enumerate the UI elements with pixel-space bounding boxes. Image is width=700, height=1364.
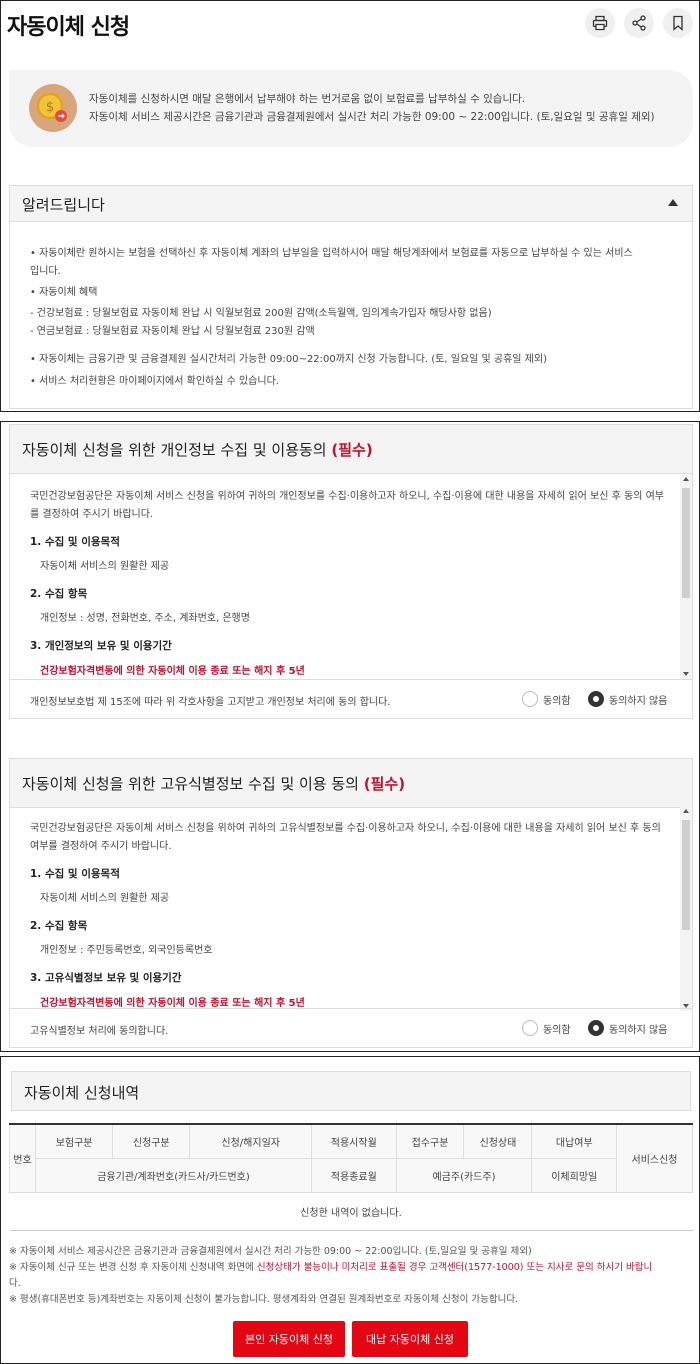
consent2-section-1-value: 자동이체 서비스의 원활한 제공 [40, 893, 170, 904]
notice-header[interactable]: 알려드립니다 [9, 185, 693, 222]
consent2-scrollbox[interactable]: 국민건강보험공단은 자동이체 서비스 신청을 위하여 귀하의 고유식별정보를 수… [9, 806, 693, 1011]
history-note-wrap: 다. [9, 1278, 21, 1289]
notice-item: • 자동이체는 금융기관 및 금융결제원 실시간처리 가능한 09:00~22:… [30, 354, 547, 365]
coin-transfer-icon: $ [29, 84, 77, 132]
col-header: 예금주(카드주) [395, 1157, 533, 1193]
notice-item: - 건강보험료 : 당월보험료 자동이체 완납 시 익월보험료 200원 감액(… [30, 308, 492, 319]
consent1-scrollbox[interactable]: 국민건강보험공단은 자동이체 서비스 신청을 위하여 귀하의 개인정보를 수집·… [9, 474, 693, 679]
consent2-title: 자동이체 신청을 위한 고유식별정보 수집 및 이용 동의 [22, 775, 359, 793]
history-note: ※ 자동이체 신규 또는 변경 신청 후 자동이체 신청내역 화면에 신청상태가… [9, 1259, 652, 1273]
consent2-header: 자동이체 신청을 위한 고유식별정보 수집 및 이용 동의 (필수) [9, 758, 693, 808]
consent1-section-3-value: 건강보험자격변동에 의한 자동이체 이용 종료 또는 해지 후 5년 [40, 666, 305, 677]
consent1-intro: 국민건강보험공단은 자동이체 서비스 신청을 위하여 귀하의 개인정보를 수집·… [30, 491, 664, 520]
consent1-section-2-value: 개인정보 : 성명, 전화번호, 주소, 계좌번호, 은행명 [40, 613, 250, 624]
consent2-agree-row: 고유식별정보 처리에 동의합니다. 동의함 동의하지 않음 [9, 1008, 693, 1048]
notice-item: 입니다. [30, 266, 61, 277]
notice-item: • 서비스 처리현황은 마이페이지에서 확인하실 수 있습니다. [30, 376, 279, 387]
consent1-agree-radio[interactable]: 동의함 [522, 691, 571, 707]
svg-text:$: $ [46, 100, 54, 115]
consent1-header: 자동이체 신청을 위한 개인정보 수집 및 이용동의 (필수) [9, 424, 693, 474]
intro-panel: 자동이체 신청 $ 자동이체를 신청하시면 매달 은행에서 납부해야 하는 번거… [0, 0, 700, 412]
scrollbar[interactable] [680, 474, 692, 679]
consent-panel: 자동이체 신청을 위한 개인정보 수집 및 이용동의 (필수) 국민건강보험공단… [0, 421, 700, 1052]
col-header: 보험구분 [34, 1123, 114, 1159]
radio-off-icon [522, 1020, 538, 1036]
notice-item: - 연금보험료 : 당월보험료 자동이체 완납 시 당월보험료 230원 감액 [30, 326, 315, 337]
col-header: 접수구분 [395, 1123, 465, 1159]
required-badge: (필수) [331, 441, 373, 459]
radio-label: 동의하지 않음 [609, 695, 668, 707]
notice-body: • 자동이체란 원하시는 보험을 선택하신 후 자동이체 계좌의 납부일을 입력… [9, 222, 693, 409]
intro-line-2: 자동이체 서비스 제공시간은 금융기관과 금융결제원에서 실시간 처리 가능한 … [89, 111, 655, 123]
radio-label: 동의하지 않음 [609, 1024, 668, 1036]
proxy-transfer-button[interactable]: 대납 자동이체 신청 [352, 1321, 468, 1357]
col-header: 금융기관/계좌번호(카드사/카드번호) [34, 1157, 313, 1193]
consent2-agree-radio[interactable]: 동의함 [522, 1020, 571, 1036]
scrollbar-thumb[interactable] [682, 488, 690, 598]
radio-on-icon [588, 1020, 604, 1036]
consent2-section-2-value: 개인정보 : 주민등록번호, 외국인등록번호 [40, 945, 213, 956]
col-header: 적용종료월 [311, 1157, 397, 1193]
history-note-warning: 신청상태가 불능이나 미처리로 표출될 경우 고객센터(1577-1000) 또… [256, 1262, 653, 1273]
notice-title: 알려드립니다 [22, 196, 105, 214]
consent1-agree-text: 개인정보보호법 제 15조에 따라 위 각호사항을 고지받고 개인정보 처리에 … [30, 697, 391, 708]
col-header: 번호 [9, 1123, 36, 1193]
consent2-section-1: 1. 수집 및 이용목적 [30, 868, 120, 880]
scrollbar-thumb[interactable] [682, 820, 690, 930]
share-icon [632, 15, 646, 31]
history-note-part: ※ 자동이체 신규 또는 변경 신청 후 자동이체 신청내역 화면에 [9, 1262, 257, 1273]
col-header: 신청구분 [112, 1123, 191, 1159]
consent1-agree-row: 개인정보보호법 제 15조에 따라 위 각호사항을 고지받고 개인정보 처리에 … [9, 679, 693, 719]
col-header: 서비스신청 [616, 1123, 693, 1193]
scroll-up-icon[interactable] [683, 809, 689, 813]
radio-label: 동의함 [543, 1024, 571, 1036]
consent1-section-1: 1. 수집 및 이용목적 [30, 536, 120, 548]
col-header: 적용시작월 [311, 1123, 397, 1159]
consent2-section-3-value: 건강보험자격변동에 의한 자동이체 이용 종료 또는 해지 후 5년 [40, 998, 305, 1009]
required-badge: (필수) [363, 775, 406, 793]
empty-message: 신청한 내역이 없습니다. [9, 1192, 693, 1231]
scroll-up-icon[interactable] [683, 477, 689, 481]
consent1-title: 자동이체 신청을 위한 개인정보 수집 및 이용동의 [22, 441, 327, 459]
history-note: ※ 자동이체 서비스 제공시간은 금융기관과 금융결제원에서 실시간 처리 가능… [9, 1246, 532, 1257]
consent1-section-3: 3. 개인정보의 보유 및 이용기간 [30, 640, 172, 652]
self-transfer-button[interactable]: 본인 자동이체 신청 [233, 1321, 345, 1357]
bookmark-icon [673, 15, 683, 31]
history-panel: 자동이체 신청내역 번호 보험구분 신청구분 신청/해지일자 적용시작월 접수구… [0, 1056, 700, 1364]
consent1-section-1-value: 자동이체 서비스의 원활한 제공 [40, 561, 170, 572]
radio-label: 동의함 [543, 695, 571, 707]
consent2-section-3: 3. 고유식별정보 보유 및 이용기간 [30, 972, 182, 984]
col-header: 신청상태 [463, 1123, 533, 1159]
intro-box: $ 자동이체를 신청하시면 매달 은행에서 납부해야 하는 번거로움 없이 보험… [9, 70, 693, 147]
radio-on-icon [588, 691, 604, 707]
bookmark-button[interactable] [663, 8, 693, 38]
share-button[interactable] [624, 8, 654, 38]
page-title: 자동이체 신청 [7, 15, 130, 40]
consent2-section-2: 2. 수집 항목 [30, 920, 88, 932]
history-title: 자동이체 신청내역 [24, 1084, 140, 1102]
scrollbar[interactable] [680, 806, 692, 1011]
consent1-disagree-radio[interactable]: 동의하지 않음 [588, 691, 667, 707]
scroll-down-icon[interactable] [683, 672, 689, 676]
collapse-arrow-icon[interactable] [668, 199, 678, 206]
history-table: 번호 보험구분 신청구분 신청/해지일자 적용시작월 접수구분 신청상태 대납여… [9, 1123, 693, 1231]
history-note: ※ 평생(휴대폰번호 등)계좌번호는 자동이체 신청이 불가능합니다. 평생계좌… [9, 1294, 519, 1305]
consent1-section-2: 2. 수집 항목 [30, 588, 88, 600]
radio-off-icon [522, 691, 538, 707]
col-header: 이체희망일 [531, 1157, 617, 1193]
col-header: 신청/해지일자 [189, 1123, 313, 1159]
col-header: 대납여부 [531, 1123, 617, 1159]
consent2-intro: 국민건강보험공단은 자동이체 서비스 신청을 위하여 귀하의 고유식별정보를 수… [30, 823, 661, 852]
consent2-agree-text: 고유식별정보 처리에 동의합니다. [30, 1026, 169, 1037]
history-header: 자동이체 신청내역 [11, 1071, 691, 1111]
print-icon [592, 15, 608, 31]
notice-item: • 자동이체란 원하시는 보험을 선택하신 후 자동이체 계좌의 납부일을 입력… [30, 248, 633, 259]
intro-text: 자동이체를 신청하시면 매달 은행에서 납부해야 하는 번거로움 없이 보험료를… [89, 90, 655, 126]
intro-line-1: 자동이체를 신청하시면 매달 은행에서 납부해야 하는 번거로움 없이 보험료를… [89, 93, 526, 105]
consent2-disagree-radio[interactable]: 동의하지 않음 [588, 1020, 667, 1036]
print-button[interactable] [585, 8, 615, 38]
notice-item: • 자동이체 혜택 [30, 287, 98, 298]
